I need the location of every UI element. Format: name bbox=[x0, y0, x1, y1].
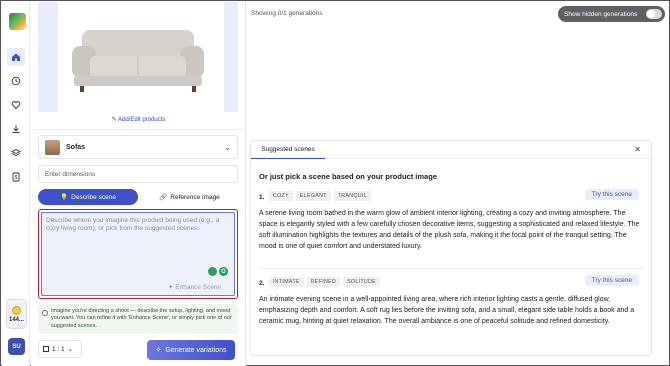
try-scene-button[interactable]: Try this scene bbox=[584, 275, 639, 286]
dollar-icon[interactable]: $ bbox=[7, 168, 25, 186]
heart-icon[interactable] bbox=[7, 96, 25, 114]
credits-badge[interactable]: 144... bbox=[6, 299, 27, 329]
generations-count: Showing 0/1 generations bbox=[251, 10, 323, 17]
enhance-scene-button[interactable]: ✦ Enhance Scene bbox=[168, 283, 221, 291]
sofa-image bbox=[72, 30, 204, 92]
lightbulb-icon[interactable] bbox=[208, 267, 217, 276]
product-label: Sofas bbox=[66, 143, 86, 151]
dimensions-input[interactable]: Enter dimensions bbox=[38, 165, 238, 183]
scene-tags: COZY ELEGANT TRANQUIL bbox=[269, 191, 371, 201]
sidebar-rail: $ 144... SU bbox=[2, 2, 30, 366]
toggle-switch[interactable] bbox=[646, 9, 662, 19]
svg-text:$: $ bbox=[15, 175, 18, 181]
scene-description-highlight: Describe where you imagine this product … bbox=[38, 209, 238, 299]
close-icon[interactable]: ✕ bbox=[634, 145, 641, 154]
chevron-down-icon: ⌄ bbox=[224, 142, 231, 152]
app-logo[interactable] bbox=[9, 13, 26, 30]
product-select[interactable]: Sofas ⌄ bbox=[38, 135, 238, 159]
info-icon bbox=[42, 310, 48, 316]
download-icon[interactable] bbox=[7, 120, 25, 138]
product-thumbnail bbox=[45, 139, 60, 155]
scene-tag: INTIMATE bbox=[269, 277, 304, 287]
tab-suggested-scenes[interactable]: Suggested scenes bbox=[251, 141, 325, 159]
suggested-scenes-panel: Suggested scenes ✕ Or just pick a scene … bbox=[250, 140, 652, 356]
edit-icon: ✎ bbox=[111, 117, 117, 123]
try-scene-button[interactable]: Try this scene bbox=[584, 189, 639, 200]
suggestions-title: Or just pick a scene based on your produ… bbox=[259, 172, 437, 181]
sparkle-icon: ✦ bbox=[168, 284, 174, 291]
suggestions-header: Suggested scenes ✕ bbox=[251, 141, 651, 159]
app-frame: $ 144... SU ✎ Add/Edit products Sofas ⌄ … bbox=[0, 0, 670, 366]
scene-tag: SOLITUDE bbox=[343, 277, 380, 287]
product-preview bbox=[38, 2, 238, 112]
tip-box: Imagine you're directing a shoot — descr… bbox=[38, 304, 238, 334]
scene-description: A serene living room bathed in the warm … bbox=[259, 210, 640, 250]
layers-icon[interactable] bbox=[7, 144, 25, 162]
scene-panel: ✎ Add/Edit products Sofas ⌄ Enter dimens… bbox=[31, 2, 246, 366]
magic-wand-icon: ✧ bbox=[155, 347, 162, 354]
paperclip-icon: 🔗 bbox=[159, 194, 168, 201]
lightbulb-icon: 💡 bbox=[60, 194, 69, 201]
scene-description: An intimate evening scene in a well-appo… bbox=[259, 296, 635, 325]
scene-tag: TRANQUIL bbox=[333, 191, 371, 201]
avatar[interactable]: SU bbox=[8, 338, 25, 355]
scene-tag: COZY bbox=[269, 191, 293, 201]
show-hidden-toggle[interactable]: Show hidden generations bbox=[558, 6, 665, 22]
aspect-ratio-select[interactable]: 1 : 1 ⌄ bbox=[38, 340, 82, 358]
grammarly-icon[interactable]: G bbox=[219, 267, 228, 276]
scene-tag: ELEGANT bbox=[295, 191, 331, 201]
scene-tags: INTIMATE REFINED SOLITUDE bbox=[269, 277, 380, 287]
coin-icon bbox=[12, 305, 21, 315]
tab-describe-scene[interactable]: 💡 Describe scene bbox=[38, 189, 138, 205]
grammar-tools: G bbox=[208, 267, 228, 276]
generate-variations-button[interactable]: ✧ Generate variations bbox=[147, 340, 235, 360]
edit-products-link[interactable]: ✎ Add/Edit products bbox=[31, 116, 246, 123]
tab-reference-image[interactable]: 🔗 Reference image bbox=[141, 189, 238, 205]
scene-tag: REFINED bbox=[306, 277, 341, 287]
square-icon bbox=[43, 346, 49, 352]
clock-icon[interactable] bbox=[7, 72, 25, 90]
credits-count: 144... bbox=[8, 316, 24, 323]
chevron-down-icon: ⌄ bbox=[67, 346, 74, 353]
home-icon[interactable] bbox=[7, 48, 25, 66]
